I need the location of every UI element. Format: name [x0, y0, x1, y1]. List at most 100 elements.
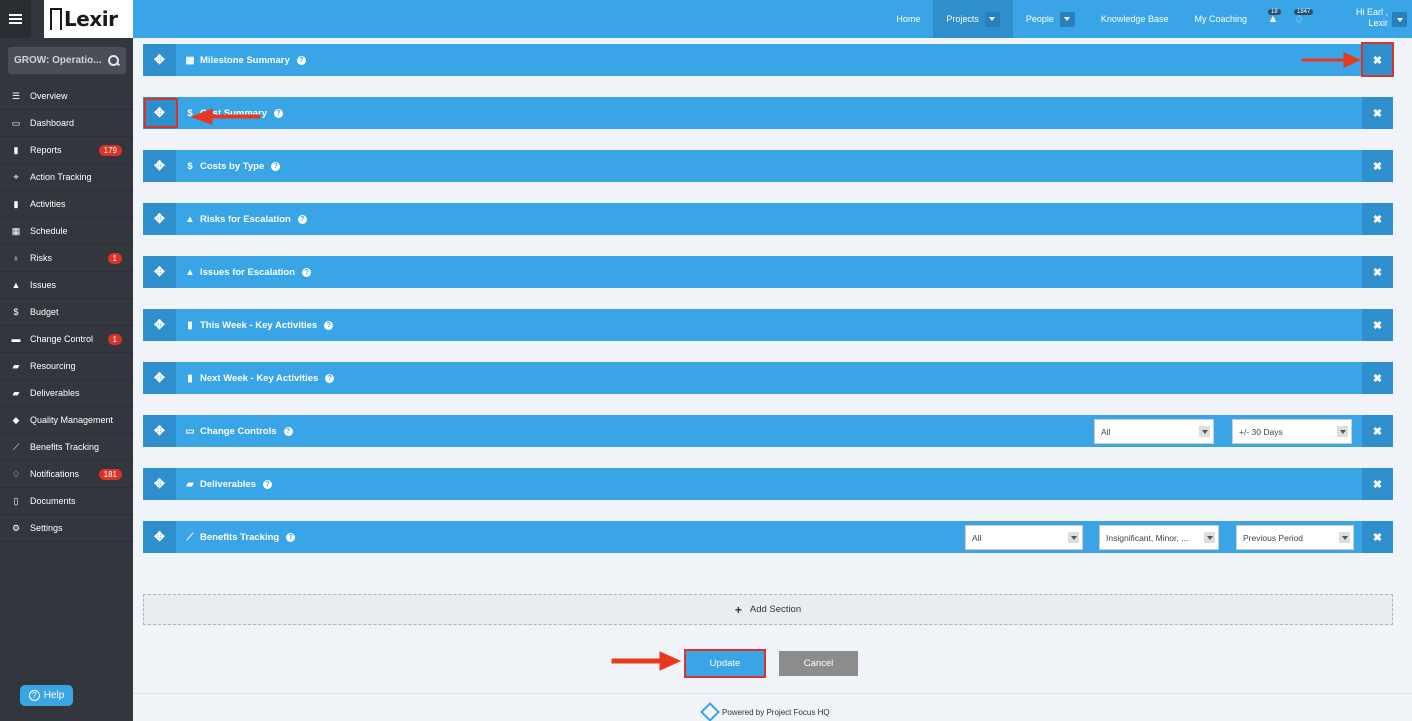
nav-home[interactable]: Home: [883, 0, 933, 38]
sidebar-item-risks[interactable]: ♁ Risks 1: [0, 245, 133, 272]
remove-section-button[interactable]: ✖: [1362, 468, 1393, 500]
sidebar-item-activities[interactable]: ▮ Activities: [0, 191, 133, 218]
sidebar-item-label: Deliverables: [30, 388, 80, 398]
change-controls-status-select[interactable]: All: [1094, 419, 1214, 444]
messages-button[interactable]: ♢ 1847: [1286, 0, 1314, 38]
change-controls-period-select[interactable]: +/- 30 Days: [1232, 419, 1352, 444]
sidebar-item-notifications[interactable]: ♢ Notifications 181: [0, 461, 133, 488]
info-icon[interactable]: ?: [296, 55, 306, 65]
drag-handle-icon[interactable]: ✥: [143, 415, 176, 447]
change-control-count-badge: 1: [107, 333, 122, 345]
chevron-down-icon: [1068, 532, 1079, 543]
info-icon[interactable]: ?: [302, 267, 312, 277]
cancel-label: Cancel: [803, 658, 834, 669]
help-button[interactable]: ? Help: [20, 685, 73, 706]
drag-handle-icon[interactable]: ✥: [143, 44, 176, 76]
project-search-input[interactable]: GROW: Operatio...: [8, 47, 126, 74]
alerts-count-badge: 18: [1268, 9, 1281, 15]
section-title-text: Costs by Type: [200, 160, 265, 172]
search-icon[interactable]: [108, 54, 120, 67]
cancel-button[interactable]: Cancel: [779, 651, 858, 676]
nav-people-label: People: [1025, 14, 1054, 24]
remove-section-button[interactable]: ✖: [1362, 97, 1393, 129]
sidebar-item-label: Budget: [30, 307, 59, 317]
user-menu[interactable]: Hi Earl , Lexir: [1312, 0, 1412, 38]
drag-handle-icon[interactable]: ✥: [143, 362, 176, 394]
drag-handle-icon[interactable]: ✥: [143, 309, 176, 341]
info-icon[interactable]: ?: [274, 108, 284, 118]
drag-handle-icon[interactable]: ✥: [143, 150, 176, 182]
drag-handle-icon[interactable]: ✥: [143, 468, 176, 500]
benefits-period-select[interactable]: Previous Period: [1236, 525, 1354, 550]
remove-section-button[interactable]: ✖: [1362, 362, 1393, 394]
add-section-button[interactable]: + Add Section: [143, 594, 1393, 625]
update-button[interactable]: Update: [684, 649, 766, 678]
drag-handle-icon[interactable]: ✥: [143, 256, 176, 288]
section-costs-by-type: ✥ $ Costs by Type? ✖: [143, 150, 1393, 182]
sidebar-item-issues[interactable]: ▲ Issues: [0, 272, 133, 299]
chevron-down-icon[interactable]: [1392, 12, 1407, 27]
sidebar-item-change-control[interactable]: ▬ Change Control 1: [0, 326, 133, 353]
warning-icon: ▲: [11, 280, 21, 290]
sidebar-item-dashboard[interactable]: ▭ Dashboard: [0, 110, 133, 137]
nav-people[interactable]: People: [1013, 0, 1088, 38]
sidebar-item-overview[interactable]: ☰ Overview: [0, 83, 133, 110]
remove-section-button[interactable]: ✖: [1362, 415, 1393, 447]
drag-handle-icon[interactable]: ✥: [143, 521, 176, 553]
section-title-text: Benefits Tracking: [200, 531, 280, 543]
bookmark-icon: ▮: [13, 198, 19, 209]
sidebar-item-documents[interactable]: ▯ Documents: [0, 488, 133, 515]
remove-section-button[interactable]: ✖: [1362, 150, 1393, 182]
bell-icon: ♢: [11, 468, 21, 479]
sidebar-item-action-tracking[interactable]: ⌖ Action Tracking: [0, 164, 133, 191]
chevron-down-icon[interactable]: [1059, 11, 1075, 27]
user-org: Lexir: [1368, 18, 1388, 28]
select-value: Insignificant, Minor, ...: [1106, 532, 1189, 543]
chevron-down-icon: [1204, 532, 1215, 543]
remove-section-button[interactable]: ✖: [1362, 521, 1393, 553]
benefits-status-select[interactable]: All: [965, 525, 1083, 550]
nav-my-coaching[interactable]: My Coaching: [1181, 0, 1260, 38]
info-icon[interactable]: ?: [271, 161, 281, 171]
risks-count-badge: 1: [107, 252, 122, 264]
logo[interactable]: Lexir: [44, 0, 134, 38]
menu-toggle-button[interactable]: [0, 0, 31, 38]
footer: Powered by Project Focus HQ: [700, 702, 830, 721]
section-title-text: Risks for Escalation: [200, 213, 291, 225]
sidebar-item-label: Change Control: [30, 334, 94, 344]
sidebar: Lexir GROW: Operatio... ☰ Overview ▭ Dashb…: [0, 0, 134, 721]
info-icon[interactable]: ?: [262, 479, 272, 489]
remove-section-button[interactable]: ✖: [1362, 203, 1393, 235]
drag-handle-icon[interactable]: ✥: [143, 203, 176, 235]
section-next-week-key-activities: ✥ ▮ Next Week - Key Activities? ✖: [143, 362, 1393, 394]
sidebar-item-schedule[interactable]: ▦ Schedule: [0, 218, 133, 245]
info-icon[interactable]: ?: [286, 532, 296, 542]
chevron-down-icon[interactable]: [984, 11, 1000, 27]
sidebar-item-quality-management[interactable]: ◆ Quality Management: [0, 407, 133, 434]
sidebar-item-benefits-tracking[interactable]: ⟋ Benefits Tracking: [0, 434, 133, 461]
section-title-text: Issues for Escalation: [200, 266, 296, 278]
sidebar-item-settings[interactable]: ⚙ Settings: [0, 515, 133, 542]
nav-projects[interactable]: Projects: [933, 0, 1013, 38]
nav-knowledge-base[interactable]: Knowledge Base: [1088, 0, 1182, 38]
sidebar-item-label: Quality Management: [30, 415, 114, 425]
sidebar-item-deliverables[interactable]: ▰ Deliverables: [0, 380, 133, 407]
sidebar-item-resourcing[interactable]: ▰ Resourcing: [0, 353, 133, 380]
dashboard-icon: ▭: [11, 117, 21, 128]
benefits-severity-select[interactable]: Insignificant, Minor, ...: [1099, 525, 1219, 550]
info-icon[interactable]: ?: [297, 214, 307, 224]
remove-section-button[interactable]: ✖: [1362, 256, 1393, 288]
section-benefits-tracking: ✥ ⟋ Benefits Tracking? All Insignificant,…: [143, 521, 1393, 553]
section-milestone-summary: ✥ ▦ Milestone Summary? ✖: [143, 44, 1393, 76]
section-issues-for-escalation: ✥ ▲ Issues for Escalation? ✖: [143, 256, 1393, 288]
info-icon[interactable]: ?: [283, 426, 293, 436]
question-icon: ?: [28, 690, 40, 701]
sidebar-item-budget[interactable]: $ Budget: [0, 299, 133, 326]
info-icon[interactable]: ?: [325, 373, 335, 383]
alerts-button[interactable]: ▲ 18: [1260, 0, 1286, 38]
top-navigation-bar: Home Projects People Knowledge Base My C…: [133, 0, 1412, 38]
remove-section-button[interactable]: ✖: [1362, 309, 1393, 341]
bookmark-icon: ▮: [187, 372, 193, 384]
info-icon[interactable]: ?: [324, 320, 334, 330]
sidebar-item-reports[interactable]: ▮ Reports 179: [0, 137, 133, 164]
